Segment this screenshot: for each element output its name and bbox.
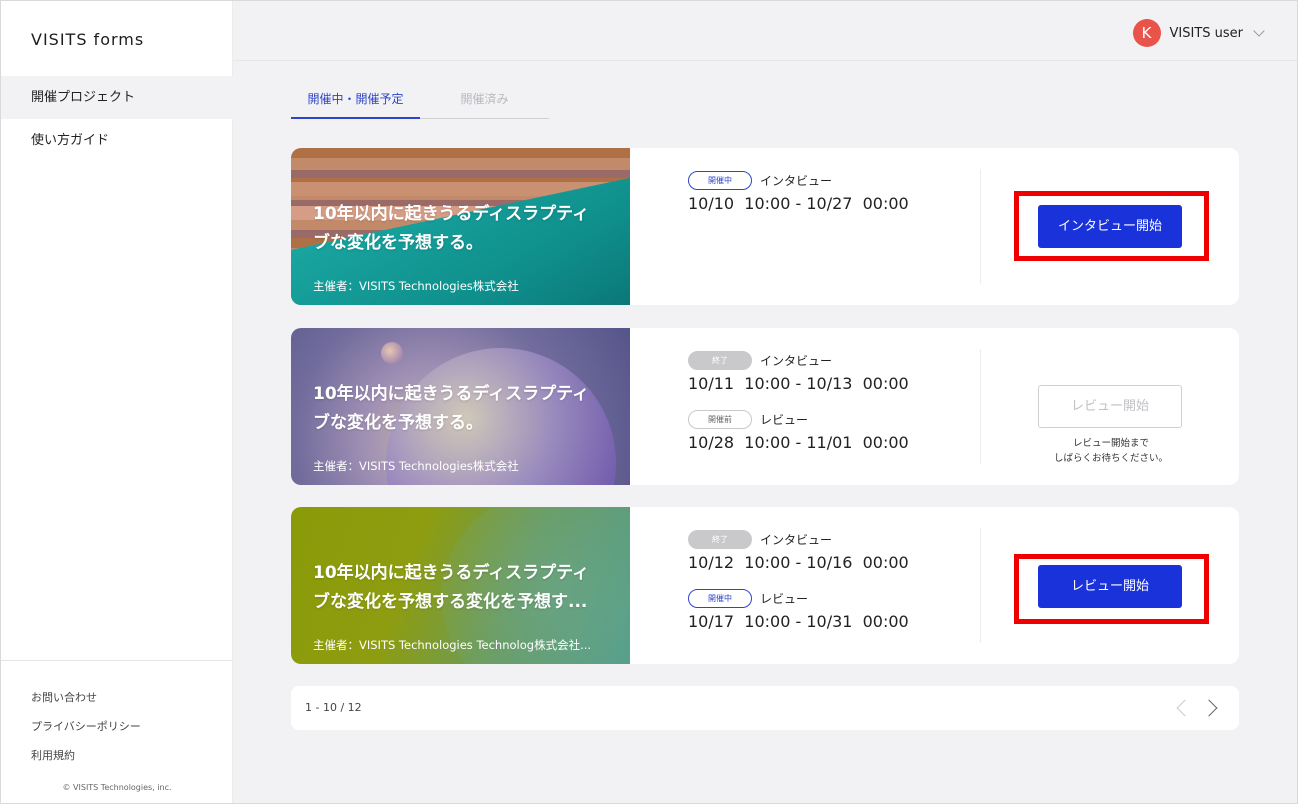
- project-title-line: 10年以内に起きうるディスラプティ: [313, 204, 590, 224]
- sidebar: VISITS forms 開催プロジェクト 使い方ガイド お問い合わせ プライバ…: [1, 1, 233, 803]
- schedule-period: 10/17 10:00 - 10/31 00:00: [688, 612, 909, 631]
- tab-ongoing[interactable]: 開催中・開催予定: [291, 81, 420, 119]
- schedule-type: レビュー: [760, 413, 809, 427]
- top-bar: K VISITS user: [233, 1, 1297, 61]
- privacy-policy-link[interactable]: プライバシーポリシー: [31, 718, 141, 734]
- start-review-button-disabled[interactable]: レビュー開始: [1038, 385, 1182, 428]
- contact-link[interactable]: お問い合わせ: [31, 689, 97, 705]
- card-divider: [980, 349, 981, 464]
- pagination: 1 - 10 / 12: [291, 686, 1239, 730]
- sidebar-item-projects[interactable]: 開催プロジェクト: [1, 76, 233, 119]
- project-thumbnail[interactable]: 10年以内に起きうるディスラプティ ブな変化を予想する変化を予想す... 主催者…: [291, 507, 630, 664]
- thumbnail-shape: [381, 342, 403, 364]
- app-window: VISITS forms 開催プロジェクト 使い方ガイド お問い合わせ プライバ…: [0, 0, 1298, 804]
- project-tabs: 開催中・開催予定 開催済み: [291, 81, 549, 119]
- schedule-row: 終了 インタビュー: [688, 350, 909, 370]
- sidebar-divider: [1, 660, 233, 661]
- sidebar-item-guide[interactable]: 使い方ガイド: [1, 119, 233, 162]
- status-badge: 終了: [688, 530, 752, 549]
- project-organizer: 主催者：VISITS Technologies Technolog株式会社...: [313, 638, 592, 652]
- project-title-line: 10年以内に起きうるディスラプティ: [313, 384, 590, 404]
- project-title-line: ブな変化を予想する。: [313, 233, 483, 253]
- avatar: K: [1132, 19, 1161, 47]
- app-logo[interactable]: VISITS forms: [31, 30, 144, 49]
- project-card: 10年以内に起きうるディスラプティ ブな変化を予想する。 主催者：VISITS …: [291, 328, 1239, 485]
- status-badge: 開催中: [688, 171, 752, 190]
- schedule-period: 10/12 10:00 - 10/16 00:00: [688, 553, 909, 572]
- highlight-box: [1014, 191, 1209, 261]
- status-badge: 開催前: [688, 410, 752, 429]
- project-title: 10年以内に起きうるディスラプティ ブな変化を予想する変化を予想す...: [313, 559, 623, 617]
- project-thumbnail[interactable]: 10年以内に起きうるディスラプティ ブな変化を予想する。 主催者：VISITS …: [291, 328, 630, 485]
- schedule-row: 開催中 レビュー: [688, 588, 909, 608]
- schedule-list: 終了 インタビュー 10/11 10:00 - 10/13 00:00 開催前 レビ…: [688, 350, 909, 452]
- status-badge: 開催中: [688, 589, 752, 608]
- project-thumbnail[interactable]: 10年以内に起きうるディスラプティ ブな変化を予想する。 主催者：VISITS …: [291, 148, 630, 305]
- schedule-type: インタビュー: [760, 533, 833, 547]
- status-badge: 終了: [688, 351, 752, 370]
- chevron-down-icon: [1253, 25, 1265, 37]
- schedule-type: レビュー: [760, 592, 809, 606]
- schedule-list: 終了 インタビュー 10/12 10:00 - 10/16 00:00 開催中 レビ…: [688, 529, 909, 631]
- card-divider: [980, 169, 981, 284]
- copyright-text: © VISITS Technologies, inc.: [62, 783, 172, 792]
- chevron-right-icon[interactable]: [1200, 699, 1218, 717]
- project-organizer: 主催者：VISITS Technologies株式会社: [313, 459, 519, 473]
- highlight-box: [1014, 554, 1209, 624]
- project-title-line: ブな変化を予想する。: [313, 413, 483, 433]
- wait-note-line: しばらくお待ちください。: [1053, 453, 1168, 464]
- project-title-line: 10年以内に起きうるディスラプティ: [313, 563, 590, 583]
- user-name: VISITS user: [1169, 25, 1244, 41]
- pagination-range: 1 - 10 / 12: [305, 701, 362, 714]
- chevron-left-icon[interactable]: [1176, 699, 1194, 717]
- review-wait-note: レビュー開始まで しばらくお待ちください。: [1031, 436, 1191, 466]
- schedule-row: 開催中 インタビュー: [688, 170, 909, 190]
- terms-link[interactable]: 利用規約: [31, 747, 75, 763]
- schedule-type: インタビュー: [760, 174, 833, 188]
- project-title: 10年以内に起きうるディスラプティ ブな変化を予想する。: [313, 200, 623, 258]
- schedule-row: 開催前 レビュー: [688, 409, 909, 429]
- schedule-period: 10/28 10:00 - 11/01 00:00: [688, 433, 909, 452]
- schedule-list: 開催中 インタビュー 10/10 10:00 - 10/27 00:00: [688, 170, 909, 213]
- tab-finished[interactable]: 開催済み: [420, 81, 549, 119]
- schedule-period: 10/10 10:00 - 10/27 00:00: [688, 194, 909, 213]
- project-title: 10年以内に起きうるディスラプティ ブな変化を予想する。: [313, 380, 623, 438]
- schedule-row: 終了 インタビュー: [688, 529, 909, 549]
- wait-note-line: レビュー開始まで: [1072, 438, 1149, 449]
- user-menu[interactable]: K VISITS user: [1132, 19, 1265, 47]
- project-organizer: 主催者：VISITS Technologies株式会社: [313, 279, 519, 293]
- project-title-line: ブな変化を予想する変化を予想す...: [313, 592, 588, 612]
- schedule-type: インタビュー: [760, 354, 833, 368]
- card-divider: [980, 528, 981, 643]
- schedule-period: 10/11 10:00 - 10/13 00:00: [688, 374, 909, 393]
